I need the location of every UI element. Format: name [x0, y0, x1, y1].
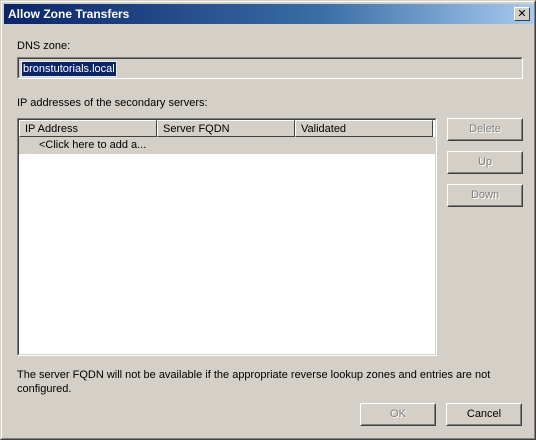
add-server-row[interactable]: <Click here to add a... [19, 137, 435, 154]
delete-button[interactable]: Delete [447, 118, 523, 141]
list-header: IP Address Server FQDN Validated [19, 120, 435, 137]
secondary-servers-label: IP addresses of the secondary servers: [17, 97, 208, 109]
cancel-button[interactable]: Cancel [446, 403, 522, 426]
down-button-label: Down [470, 189, 500, 201]
dialog-window: Allow Zone Transfers ✕ DNS zone: bronstu… [0, 0, 536, 440]
dns-zone-value[interactable]: bronstutorials.local [21, 61, 117, 77]
close-icon: ✕ [517, 7, 527, 20]
cancel-button-label: Cancel [466, 408, 502, 420]
dialog-frame: Allow Zone Transfers ✕ DNS zone: bronstu… [1, 1, 535, 439]
dns-zone-field[interactable]: bronstutorials.local [17, 57, 523, 79]
dns-zone-field-bevel: bronstutorials.local [18, 58, 522, 78]
up-button[interactable]: Up [447, 151, 523, 174]
down-button[interactable]: Down [447, 184, 523, 207]
dialog-title: Allow Zone Transfers [8, 7, 130, 21]
title-bar[interactable]: Allow Zone Transfers ✕ [4, 4, 534, 24]
dns-zone-label: DNS zone: [17, 40, 71, 52]
column-header-ip-address[interactable]: IP Address [19, 120, 157, 137]
ok-button[interactable]: OK [360, 403, 436, 426]
up-button-label: Up [477, 156, 493, 168]
add-server-row-text: <Click here to add a... [39, 139, 147, 151]
fqdn-note: The server FQDN will not be available if… [17, 369, 491, 395]
close-button[interactable]: ✕ [514, 7, 530, 21]
secondary-servers-list[interactable]: IP Address Server FQDN Validated <Click … [17, 118, 437, 356]
delete-button-label: Delete [469, 123, 501, 135]
column-header-validated[interactable]: Validated [295, 120, 433, 137]
column-header-server-fqdn[interactable]: Server FQDN [157, 120, 295, 137]
ok-button-label: OK [390, 408, 406, 420]
secondary-servers-list-body: IP Address Server FQDN Validated <Click … [18, 119, 436, 355]
